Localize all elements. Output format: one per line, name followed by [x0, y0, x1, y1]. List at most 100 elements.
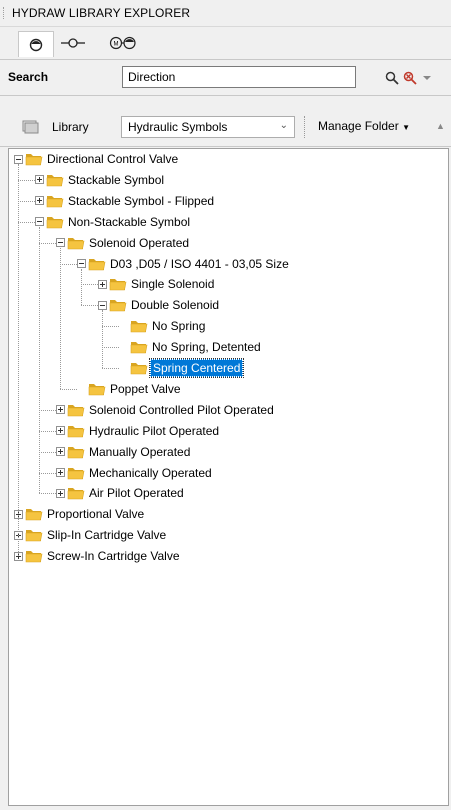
library-label: Library	[52, 120, 89, 134]
tree-node-label: Proportional Valve	[47, 507, 145, 522]
search-input[interactable]	[122, 66, 356, 88]
tree-node-label: Air Pilot Operated	[89, 486, 184, 501]
tree-node[interactable]: Non-Stackable Symbol	[35, 212, 192, 232]
scroll-up-icon[interactable]: ▲	[436, 121, 445, 131]
library-select[interactable]: Hydraulic Symbols ⌄	[121, 116, 295, 138]
expand-icon[interactable]	[98, 279, 107, 289]
expand-icon[interactable]	[56, 488, 65, 498]
tree-node-label: Poppet Valve	[110, 381, 181, 396]
chevron-down-icon[interactable]	[418, 69, 436, 87]
tree-node-label: Stackable Symbol	[68, 172, 165, 187]
expand-icon[interactable]	[56, 405, 65, 415]
folder-icon	[46, 173, 64, 187]
tree-node-label: Directional Control Valve	[47, 152, 179, 166]
search-icon[interactable]	[383, 69, 401, 87]
collapse-icon[interactable]	[98, 300, 107, 310]
folder-icon	[130, 361, 148, 375]
tree-node-label: Hydraulic Pilot Operated	[89, 423, 220, 438]
svg-text:M: M	[114, 42, 119, 48]
tree-node[interactable]: Slip-In Cartridge Valve	[14, 525, 168, 545]
expand-icon[interactable]	[56, 426, 65, 436]
tree-node[interactable]: Stackable Symbol - Flipped	[35, 191, 216, 211]
tree-guide	[39, 226, 40, 494]
collapse-icon[interactable]	[77, 259, 86, 268]
tab-connector[interactable]	[56, 31, 90, 55]
tree-connector	[102, 347, 119, 349]
toolbar-separator	[304, 116, 305, 138]
tree-connector	[39, 409, 56, 411]
library-icon	[22, 120, 39, 134]
folder-icon	[67, 486, 85, 500]
drag-grip-icon[interactable]	[3, 7, 8, 19]
tree-node-label: Spring Centered	[148, 358, 245, 378]
tree-node-label: No Spring, Detented	[152, 340, 261, 355]
tree-node[interactable]: No Spring	[119, 316, 207, 336]
tree-guide	[81, 268, 82, 306]
tree-node-label: D03 ,D05 / ISO 4401 - 03,05 Size	[110, 256, 289, 271]
tree-node[interactable]: Stackable Symbol	[35, 170, 166, 190]
tree-node-label: Solenoid Operated	[89, 235, 190, 250]
folder-icon	[67, 466, 85, 480]
tree-connector	[81, 284, 98, 286]
tree-node[interactable]: Proportional Valve	[14, 504, 146, 524]
tree-node[interactable]: Screw-In Cartridge Valve	[14, 546, 182, 566]
folder-icon	[67, 445, 85, 459]
expand-icon[interactable]	[35, 175, 44, 185]
tree-node[interactable]: No Spring, Detented	[119, 337, 263, 357]
tree-connector	[39, 430, 56, 432]
tree-node[interactable]: Single Solenoid	[98, 274, 216, 294]
tree-node-label: Manually Operated	[89, 444, 191, 459]
tree-node-label: Non-Stackable Symbol	[68, 214, 191, 229]
clear-search-icon[interactable]	[401, 69, 419, 87]
folder-icon	[25, 528, 43, 542]
tree-node[interactable]: Solenoid Controlled Pilot Operated	[56, 400, 276, 420]
collapse-icon[interactable]	[56, 238, 65, 248]
tree-guide	[18, 164, 19, 557]
tree-node[interactable]: Hydraulic Pilot Operated	[56, 421, 221, 441]
tree-node-label: No Spring	[152, 319, 206, 334]
library-tree: Directional Control Valve Stackable Symbo…	[8, 148, 449, 806]
search-label: Search	[8, 70, 49, 84]
collapse-icon[interactable]	[14, 154, 23, 164]
tab-strip: M	[0, 27, 451, 60]
tree-node[interactable]: Mechanically Operated	[56, 463, 214, 483]
tree-node[interactable]: Poppet Valve	[77, 379, 183, 399]
manage-folder-button[interactable]: Manage Folder ▼	[318, 119, 410, 133]
tree-node-label: Single Solenoid	[131, 277, 215, 292]
manage-folder-label: Manage Folder	[318, 119, 399, 133]
folder-icon	[88, 382, 106, 396]
tree-guide	[102, 310, 103, 368]
tree-node[interactable]: Air Pilot Operated	[56, 483, 186, 503]
folder-icon	[25, 549, 43, 563]
tree-connector	[18, 179, 35, 181]
tree-node-label: Double Solenoid	[131, 298, 220, 313]
chevron-down-icon: ⌄	[279, 120, 288, 131]
folder-icon	[88, 257, 106, 271]
tree-node[interactable]: D03 ,D05 / ISO 4401 - 03,05 Size	[77, 254, 291, 274]
collapse-icon[interactable]	[35, 217, 44, 227]
tree-guide	[60, 247, 61, 389]
expand-icon[interactable]	[56, 468, 65, 477]
motor-pump-icon: M	[109, 36, 136, 50]
tab-symbols[interactable]	[18, 31, 54, 57]
tree-connector	[39, 451, 56, 453]
tree-node[interactable]: Solenoid Operated	[56, 233, 191, 253]
tree-node[interactable]: Double Solenoid	[98, 295, 221, 315]
folder-icon	[25, 152, 43, 166]
tree-connector	[18, 221, 35, 223]
tree-node[interactable]: Spring Centered	[119, 358, 245, 378]
tree-connector	[102, 326, 119, 328]
tree-node-label: Solenoid Controlled Pilot Operated	[89, 402, 274, 417]
library-select-value: Hydraulic Symbols	[128, 120, 228, 134]
tree-node[interactable]: Manually Operated	[56, 442, 192, 462]
expand-icon[interactable]	[56, 447, 65, 457]
tab-motor[interactable]: M	[98, 31, 148, 55]
tree-connector	[39, 242, 56, 244]
tree-node[interactable]: Directional Control Valve	[14, 149, 180, 169]
expand-icon[interactable]	[35, 196, 44, 206]
tree-node-label: Slip-In Cartridge Valve	[47, 528, 167, 543]
